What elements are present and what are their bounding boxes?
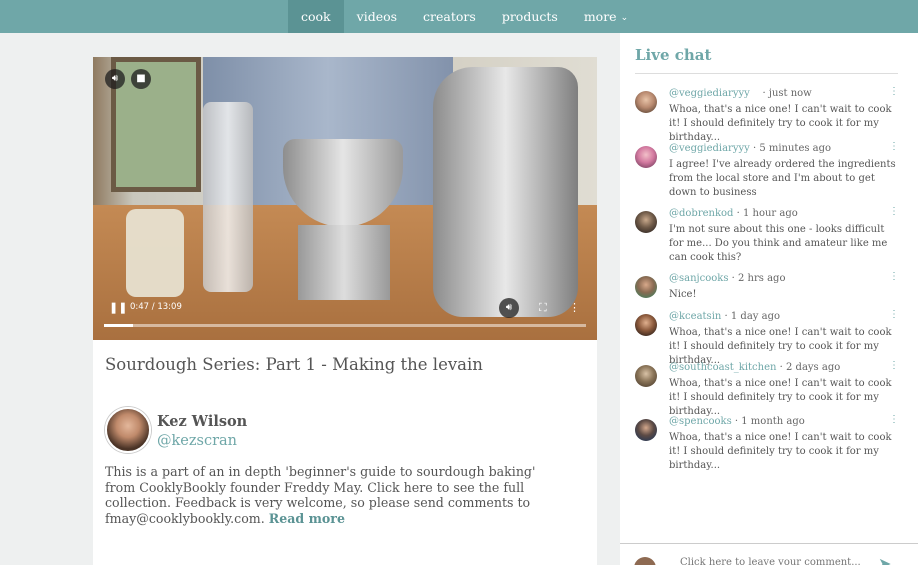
video-player[interactable]: 🔊︎ ■ ❚❚ 0:47 / 13:09 🔊︎ ⛶ ⋮ [93,57,597,340]
nav-item-cook[interactable]: cook [288,0,344,33]
message-time: · 1 hour ago [733,208,798,219]
post-card: 🔊︎ ■ ❚❚ 0:47 / 13:09 🔊︎ ⛶ ⋮ Sourdough Se… [93,57,597,565]
nav-item-videos[interactable]: videos [344,0,410,33]
nav-item-label: more [583,9,617,24]
top-nav: cook videos creators products more ⌄ [0,0,918,33]
message-text: I agree! I've already ordered the ingred… [669,159,896,198]
avatar[interactable] [635,314,657,336]
avatar[interactable] [635,146,657,168]
author-handle[interactable]: @kezscran [157,433,237,449]
message-username[interactable]: @sanjcooks [669,273,728,284]
nav-item-label: creators [423,9,476,24]
message-time: · 1 day ago [721,311,780,322]
nav-item-creators[interactable]: creators [410,0,489,33]
message-user[interactable]: @veggiediaryyy · 5 minutes ago [669,143,831,154]
video-frame-jar [126,209,184,297]
post-title: Sourdough Series: Part 1 - Making the le… [105,355,483,374]
avatar [634,557,656,565]
message-text: Whoa, that's a nice one! I can't wait to… [669,378,892,417]
message-time: · 1 month ago [731,416,805,427]
message-options-icon[interactable]: ⋮ [889,271,899,282]
message-text: Whoa, that's a nice one! I can't wait to… [669,432,892,471]
author-name[interactable]: Kez Wilson [157,413,247,430]
volume-icon[interactable]: 🔊︎ [105,69,125,89]
pause-icon[interactable]: ❚❚ [109,301,127,314]
message-user[interactable]: @southcoast_kitchen · 2 days ago [669,362,840,373]
nav-item-label: cook [301,9,331,24]
message-username[interactable]: @dobrenkod [669,208,733,219]
avatar[interactable] [635,211,657,233]
video-frame-mixer [433,67,578,317]
message-options-icon[interactable]: ⋮ [889,206,899,217]
message-user[interactable]: @kceatsin · 1 day ago [669,311,780,322]
post-description: This is a part of an in depth 'beginner'… [105,464,565,526]
message-time: · 2 hrs ago [728,273,786,284]
send-icon[interactable]: ➤ [878,554,891,565]
nav-item-label: videos [356,9,398,24]
message-user[interactable]: @dobrenkod · 1 hour ago [669,208,798,219]
read-more-link[interactable]: Read more [269,511,345,526]
message-options-icon[interactable]: ⋮ [889,309,899,320]
volume-control-icon[interactable]: 🔊︎ [499,298,519,318]
message-user[interactable]: @sanjcooks · 2 hrs ago [669,273,785,284]
divider [635,73,898,74]
nav-item-more[interactable]: more ⌄ [571,0,641,33]
chat-title: Live chat [635,46,712,64]
message-username[interactable]: @kceatsin [669,311,721,322]
message-username[interactable]: @veggiediaryyy [669,143,750,154]
nav-items: cook videos creators products more ⌄ [288,0,641,33]
live-chat-panel: Live chat @veggiediaryyy · just now ⋮ Wh… [620,33,918,565]
nav-item-label: products [501,9,558,24]
message-options-icon[interactable]: ⋮ [889,360,899,371]
author-avatar[interactable] [105,407,151,453]
message-time: · 5 minutes ago [749,143,832,154]
message-time: · just now [749,88,812,99]
camera-icon[interactable]: ■ [131,69,151,89]
video-timestamp: 0:47 / 13:09 [130,302,182,312]
video-frame-scale [298,225,390,300]
message-username[interactable]: @spencooks [669,416,732,427]
message-options-icon[interactable]: ⋮ [889,86,899,97]
message-text: I'm not sure about this one - looks diff… [669,224,888,263]
more-options-icon[interactable]: ⋮ [569,301,580,314]
avatar[interactable] [635,91,657,113]
message-username[interactable]: @southcoast_kitchen [669,362,776,373]
video-progress-bar[interactable] [104,324,586,327]
avatar[interactable] [635,365,657,387]
chevron-down-icon: ⌄ [620,13,629,23]
video-progress-fill [104,324,133,327]
comment-input[interactable] [680,557,870,565]
message-text: Nice! [669,289,697,300]
avatar[interactable] [635,276,657,298]
video-frame-carafe [203,102,253,292]
message-time: · 2 days ago [776,362,841,373]
message-username[interactable]: @veggiediaryyy [669,88,750,99]
message-options-icon[interactable]: ⋮ [889,414,899,425]
fullscreen-icon[interactable]: ⛶ [539,301,547,315]
message-user[interactable]: @veggiediaryyy · just now [669,88,812,99]
message-user[interactable]: @spencooks · 1 month ago [669,416,805,427]
message-options-icon[interactable]: ⋮ [889,141,899,152]
comment-composer: ➤ [620,543,918,565]
message-text: Whoa, that's a nice one! I can't wait to… [669,104,892,143]
nav-item-products[interactable]: products [489,0,571,33]
avatar[interactable] [635,419,657,441]
